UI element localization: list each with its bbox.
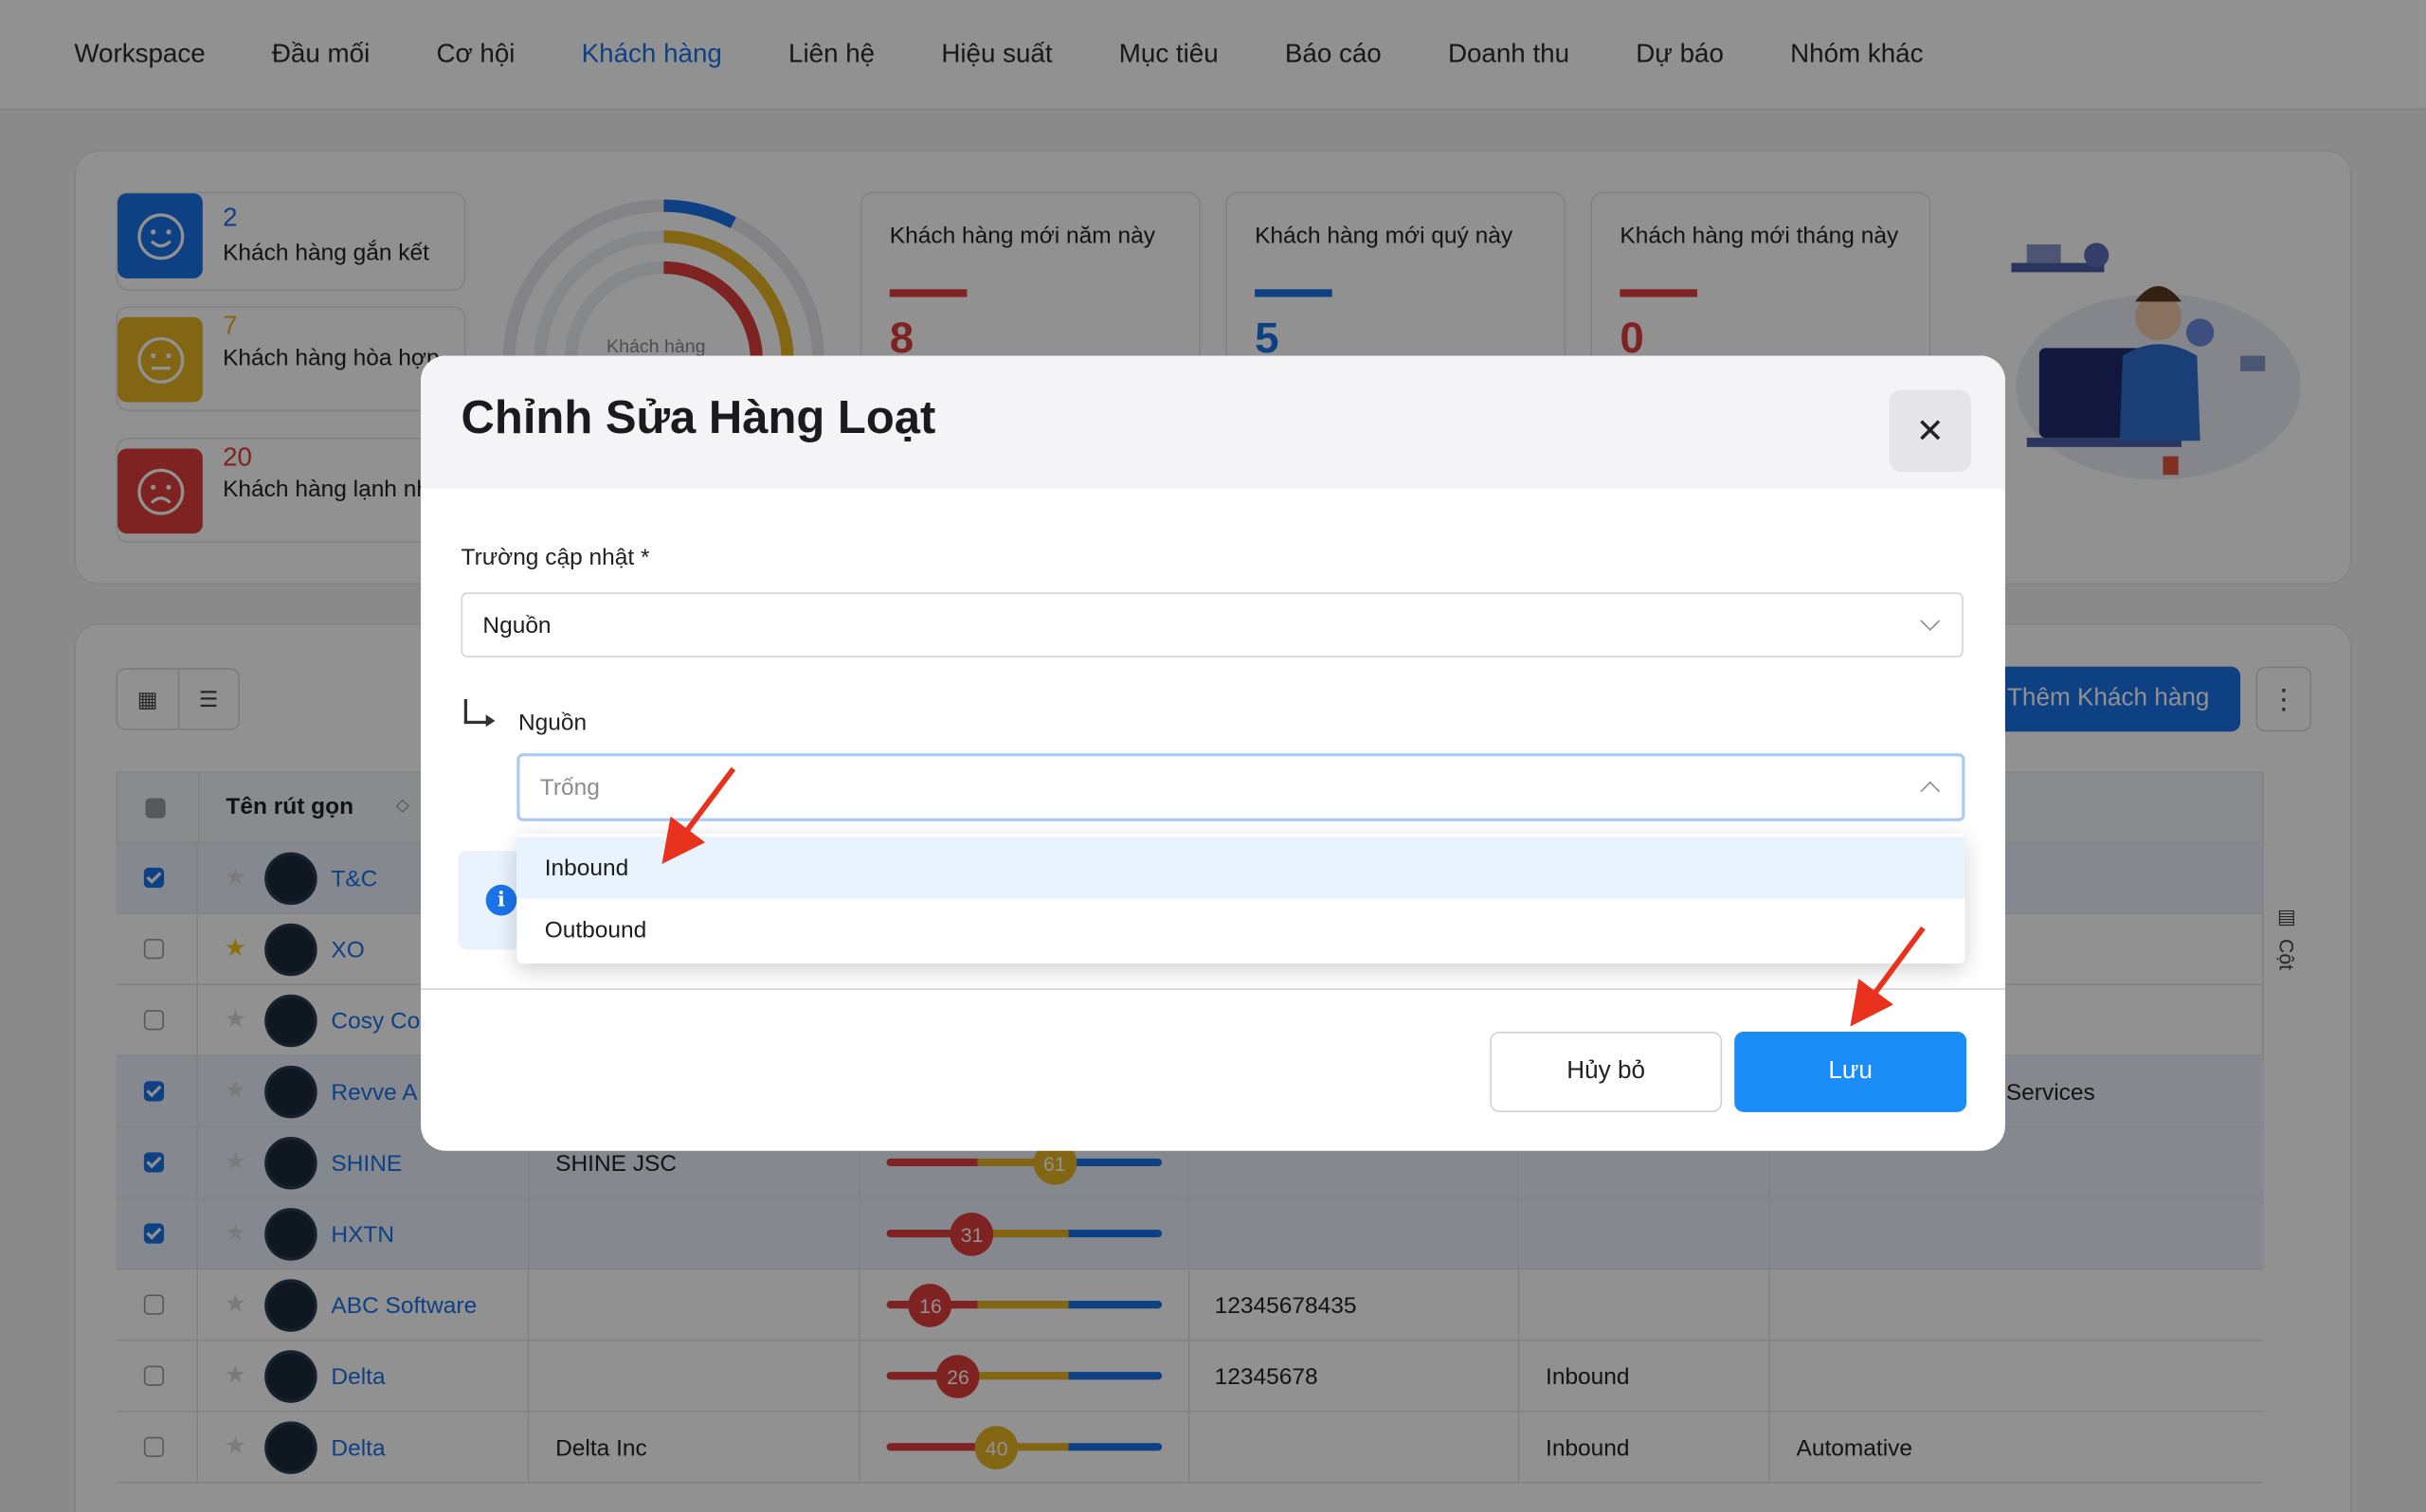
update-field-select[interactable]: Nguồn: [461, 592, 1964, 657]
modal-title: Chỉnh Sửa Hàng Loạt: [461, 392, 936, 444]
cancel-button[interactable]: Hủy bỏ: [1490, 1031, 1723, 1112]
update-field-value: Nguồn: [482, 611, 552, 639]
modal-header: Chỉnh Sửa Hàng Loạt ✕: [421, 355, 2005, 489]
option-outbound[interactable]: Outbound: [516, 899, 1964, 961]
save-button[interactable]: Lưu: [1734, 1031, 1967, 1112]
modal-divider: [421, 988, 2005, 990]
source-dropdown: Inbound Outbound: [516, 833, 1965, 964]
chevron-up-icon: [1920, 781, 1941, 801]
option-inbound[interactable]: Inbound: [516, 837, 1965, 899]
source-select[interactable]: Trống: [516, 753, 1965, 821]
info-icon: i: [485, 884, 517, 916]
branch-arrow-head: [485, 714, 496, 728]
bulk-edit-modal: Chỉnh Sửa Hàng Loạt ✕ Trường cập nhật * …: [421, 355, 2005, 1151]
close-icon[interactable]: ✕: [1889, 389, 1971, 472]
update-field-label: Trường cập nhật *: [461, 544, 650, 571]
source-placeholder: Trống: [539, 774, 600, 801]
chevron-down-icon: [1920, 611, 1941, 631]
source-label: Nguồn: [517, 710, 588, 737]
